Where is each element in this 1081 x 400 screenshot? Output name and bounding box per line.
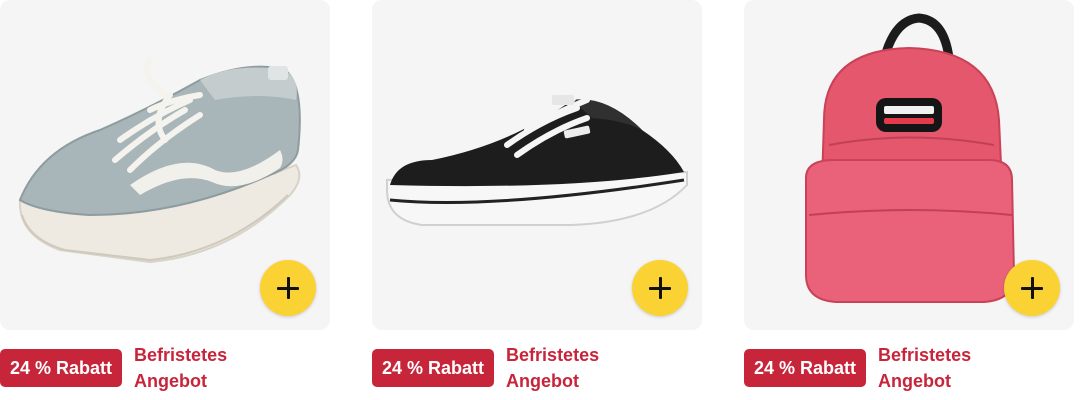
limited-deal-label: Befristetes Angebot: [506, 345, 600, 391]
product-card[interactable]: 24 % Rabatt Befristetes Angebot: [0, 0, 330, 400]
deal-row: 24 % Rabatt Befristetes Angebot: [744, 342, 1008, 394]
product-image-container[interactable]: [744, 0, 1074, 330]
discount-badge: 24 % Rabatt: [0, 349, 123, 387]
plus-icon: [649, 277, 671, 299]
plus-icon: [1021, 277, 1043, 299]
product-card[interactable]: 24 % Rabatt Befristetes Angebot: [744, 0, 1074, 400]
add-to-cart-button[interactable]: [1004, 260, 1060, 316]
product-card[interactable]: 24 % Rabatt Befristetes Angebot: [372, 0, 702, 400]
product-image-container[interactable]: [0, 0, 330, 330]
discount-badge: 24 % Rabatt: [372, 349, 495, 387]
discount-badge: 24 % Rabatt: [744, 349, 867, 387]
product-image-container[interactable]: [372, 0, 702, 330]
deal-row: 24 % Rabatt Befristetes Angebot: [0, 342, 264, 394]
deal-row: 24 % Rabatt Befristetes Angebot: [372, 342, 636, 394]
product-grid: 24 % Rabatt Befristetes Angebot 24 % Rab…: [0, 0, 1081, 400]
add-to-cart-button[interactable]: [632, 260, 688, 316]
plus-icon: [277, 277, 299, 299]
limited-deal-label: Befristetes Angebot: [134, 345, 228, 391]
add-to-cart-button[interactable]: [260, 260, 316, 316]
limited-deal-label: Befristetes Angebot: [878, 345, 972, 391]
